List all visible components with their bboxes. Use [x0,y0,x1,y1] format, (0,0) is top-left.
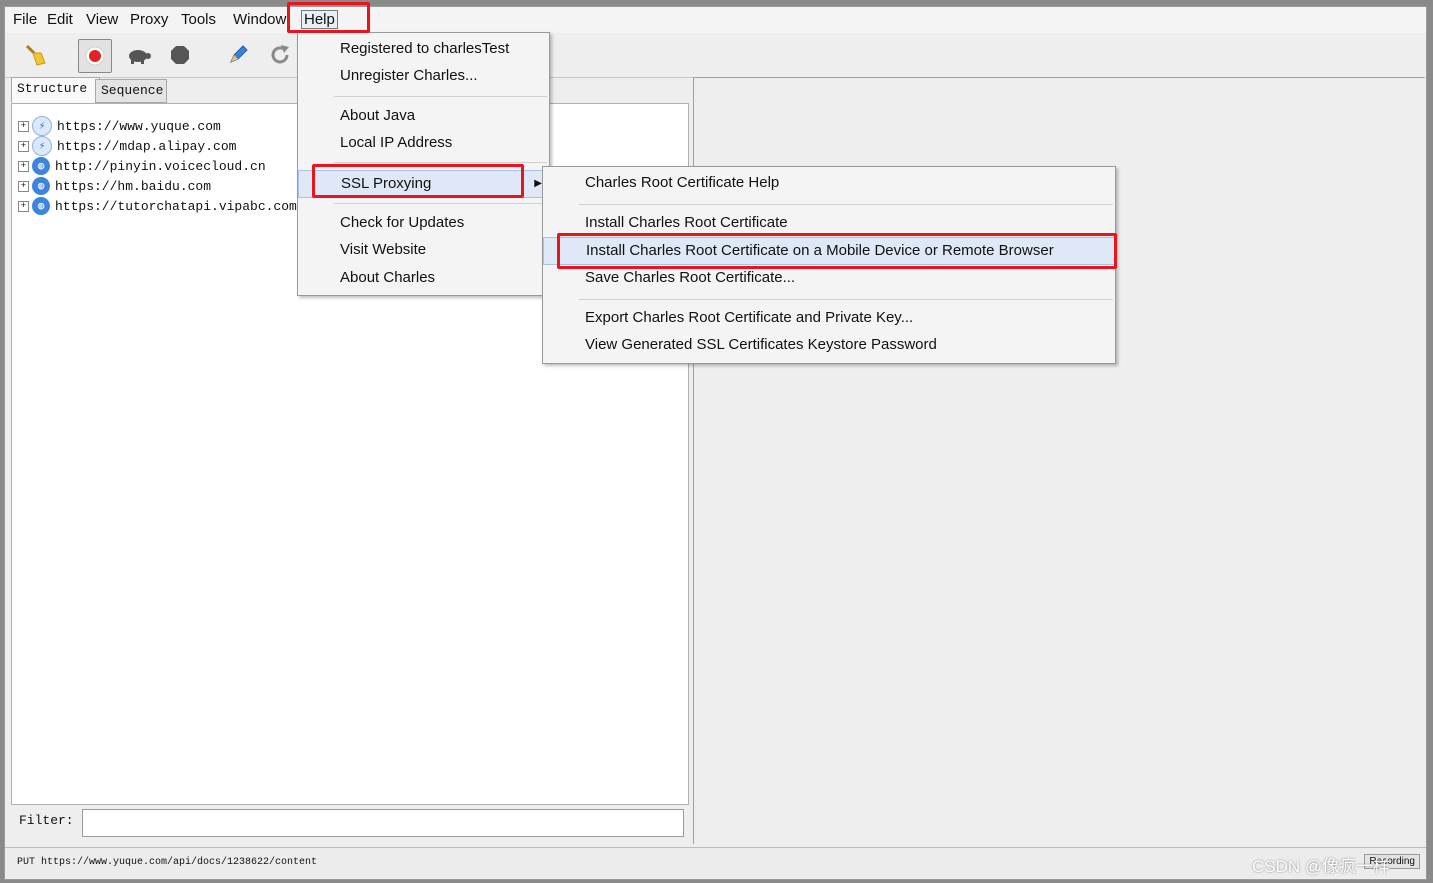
menu-help[interactable]: Help [301,10,338,29]
menu-separator [334,162,547,163]
tree-row[interactable]: + ◍ http://pinyin.voicecloud.cn [18,156,266,176]
menu-item-check-updates[interactable]: Check for Updates [298,210,549,236]
menu-edit[interactable]: Edit [47,11,73,28]
stop-icon [171,46,189,64]
menu-item-ssl-proxying[interactable]: SSL Proxying ▶ [298,170,549,198]
menu-window[interactable]: Window [233,11,286,28]
clear-session-button[interactable] [19,39,51,71]
menu-item-install-root-cert[interactable]: Install Charles Root Certificate [543,210,1115,236]
host-url: https://tutorchatapi.vipabc.com [55,198,297,214]
menu-item-about-java[interactable]: About Java [298,103,549,129]
host-url: https://www.yuque.com [57,118,221,134]
menu-item-registered: Registered to charlesTest [340,40,510,57]
globe-icon: ◍ [32,197,50,215]
menu-separator [579,299,1113,300]
record-icon [85,46,105,66]
menu-view[interactable]: View [86,11,118,28]
toolbar [5,33,1426,78]
ssl-proxying-label: SSL Proxying [341,175,432,192]
tab-sequence[interactable]: Sequence [95,79,167,103]
status-text: PUT https://www.yuque.com/api/docs/12386… [17,857,318,868]
status-bar: PUT https://www.yuque.com/api/docs/12386… [5,847,1426,878]
menu-proxy[interactable]: Proxy [130,11,168,28]
menu-item-view-keystore-password[interactable]: View Generated SSL Certificates Keystore… [543,332,1115,358]
host-url: https://mdap.alipay.com [57,138,237,154]
menu-item-unregister[interactable]: Unregister Charles... [298,63,549,89]
submenu-arrow-icon: ▶ [534,178,542,189]
pen-icon [230,45,248,63]
repeat-button[interactable] [264,39,296,71]
expand-icon[interactable]: + [18,200,29,212]
charles-window: File Edit View Proxy Tools Window Help S… [4,6,1427,880]
broom-icon [25,44,46,66]
compose-button[interactable] [222,39,254,71]
menu-item-save-root-cert[interactable]: Save Charles Root Certificate... [543,265,1115,291]
menu-item-local-ip[interactable]: Local IP Address [298,130,549,156]
globe-icon: ◍ [32,157,50,175]
help-menu: Registered to charlesTest Unregister Cha… [297,32,550,296]
refresh-icon [271,45,289,64]
tree-row[interactable]: + ⚡ https://mdap.alipay.com [18,136,236,156]
globe-icon: ◍ [32,177,50,195]
watermark-text: CSDN @像疯一样 [1252,857,1391,876]
host-url: https://hm.baidu.com [55,178,212,194]
menu-item-root-cert-help[interactable]: Charles Root Certificate Help [543,170,1115,196]
menu-item-export-root-cert[interactable]: Export Charles Root Certificate and Priv… [543,305,1115,331]
turtle-icon [129,50,151,64]
tree-row[interactable]: + ⚡ https://www.yuque.com [18,116,221,136]
bolt-icon: ⚡ [32,116,52,136]
tab-structure[interactable]: Structure [11,77,100,103]
bolt-icon: ⚡ [32,136,52,156]
menu-tools[interactable]: Tools [181,11,216,28]
expand-icon[interactable]: + [18,120,29,132]
menu-item-install-cert-mobile[interactable]: Install Charles Root Certificate on a Mo… [543,237,1115,265]
menu-file[interactable]: File [13,11,37,28]
tree-row[interactable]: + ◍ https://hm.baidu.com [18,176,211,196]
record-button[interactable] [78,39,112,73]
ssl-proxying-submenu: Charles Root Certificate Help Install Ch… [542,166,1116,364]
menu-separator [334,96,547,97]
expand-icon[interactable]: + [18,180,29,192]
expand-icon[interactable]: + [18,140,29,152]
menu-separator [334,203,547,204]
filter-input[interactable] [82,809,684,837]
menu-item-visit-website[interactable]: Visit Website [298,237,549,263]
throttle-button[interactable] [122,39,154,71]
tree-row[interactable]: + ◍ https://tutorchatapi.vipabc.com [18,196,297,216]
breakpoints-button[interactable] [164,39,196,71]
expand-icon[interactable]: + [18,160,29,172]
filter-label: Filter: [19,813,74,828]
menubar: File Edit View Proxy Tools Window Help [5,7,1426,33]
host-url: http://pinyin.voicecloud.cn [55,158,266,174]
menu-separator [579,204,1113,205]
menu-item-about-charles[interactable]: About Charles [298,265,549,291]
